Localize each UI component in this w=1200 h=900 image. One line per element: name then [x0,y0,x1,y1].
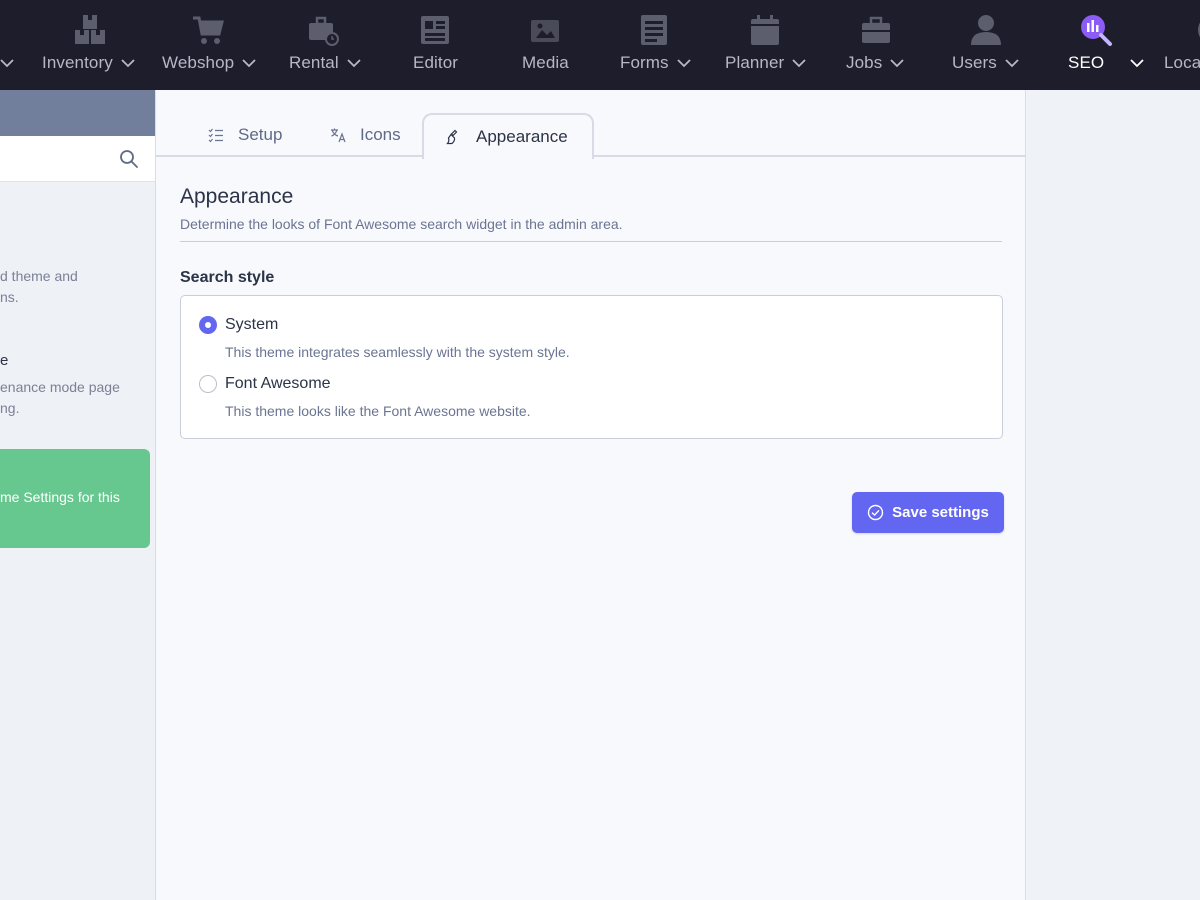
chevron-down-icon [0,59,14,68]
chevron-down-icon [890,59,904,68]
tab-bar: Setup Icons Appearance [156,90,1026,159]
option-system-description: This theme integrates seamlessly with th… [225,344,570,360]
nav-label-media: Media [522,53,569,72]
user-icon [968,12,1004,48]
nav-item-inventory[interactable]: Inventory [42,0,138,90]
nav-item-media[interactable]: Media [522,0,572,90]
save-settings-button[interactable]: Save settings [852,492,1004,533]
seo-search-icon [1078,12,1114,48]
nav-item-planner[interactable]: Planner [725,0,807,90]
sidebar-item-description: ng. [0,400,20,416]
chevron-down-icon [792,59,806,68]
editor-icon [417,12,453,48]
nav-item-rental[interactable]: Rental [289,0,369,90]
tab-appearance-label: Appearance [476,127,568,146]
sidebar: d theme and ns. e enance mode page ng. m… [0,90,156,900]
nav-item-locale[interactable]: Loca [1164,0,1200,90]
sidebar-item-description: ns. [0,289,19,305]
translate-icon [331,128,346,143]
radio-system[interactable] [199,316,217,334]
briefcase-clock-icon [305,12,341,48]
nav-label-users: Users [952,53,997,72]
sidebar-item-title[interactable]: e [0,352,8,369]
nav-label-planner: Planner [725,53,785,72]
nav-label-editor: Editor [413,53,459,72]
sidebar-item-description: d theme and [0,268,78,284]
nav-item-users[interactable]: Users [952,0,1028,90]
tab-appearance[interactable]: Appearance [422,113,594,159]
search-style-options: System This theme integrates seamlessly … [180,295,1003,439]
nav-label-seo: SEO [1068,53,1105,72]
calendar-icon [747,12,783,48]
option-font-awesome-description: This theme looks like the Font Awesome w… [225,403,531,419]
chevron-down-icon [677,59,691,68]
boxes-icon [72,12,108,48]
cart-icon [190,12,226,48]
tab-setup[interactable]: Setup [208,114,282,156]
top-navigation: Inventory Webshop Rental Editor Media Fo… [0,0,1200,90]
check-circle-icon [867,504,884,521]
nav-item-webshop[interactable]: Webshop [162,0,258,90]
locale-icon [1194,12,1200,48]
sidebar-header [0,90,155,136]
nav-item-jobs[interactable]: Jobs [846,0,918,90]
save-settings-label: Save settings [892,504,989,521]
nav-label-inventory: Inventory [42,53,113,72]
right-pane [1027,90,1200,900]
search-icon[interactable] [119,149,139,169]
tab-setup-label: Setup [238,125,283,144]
nav-label-locale: Loca [1164,53,1200,72]
radio-font-awesome[interactable] [199,375,217,393]
section-title: Appearance [180,185,294,208]
brush-icon [446,129,458,145]
media-icon [527,12,563,48]
checklist-icon [208,128,223,143]
forms-icon [636,12,672,48]
nav-label-webshop: Webshop [162,53,235,72]
tab-icons[interactable]: Icons [330,114,401,156]
divider [180,241,1002,242]
chevron-down-icon [1005,59,1019,68]
sidebar-search-input[interactable] [0,136,155,182]
sidebar-notice-text: me Settings for this [0,489,120,505]
nav-label-rental: Rental [289,53,339,72]
sidebar-notice: me Settings for this [0,449,150,548]
nav-item-forms[interactable]: Forms [620,0,700,90]
nav-item-partial-left[interactable] [0,0,20,90]
search-style-label: Search style [180,269,275,286]
chevron-down-icon [121,59,135,68]
tab-icons-label: Icons [360,125,401,144]
briefcase-icon [858,12,894,48]
option-font-awesome-label[interactable]: Font Awesome [225,375,331,393]
chevron-down-icon [242,59,256,68]
chevron-down-icon [347,59,361,68]
nav-label-jobs: Jobs [846,53,883,72]
nav-label-forms: Forms [620,53,669,72]
nav-item-seo[interactable]: SEO [1068,0,1144,90]
sidebar-item-description: enance mode page [0,379,120,395]
nav-item-editor[interactable]: Editor [412,0,462,90]
main-panel: Setup Icons Appearance Appearance Determ… [156,90,1026,900]
option-system-label[interactable]: System [225,316,278,334]
section-description: Determine the looks of Font Awesome sear… [180,216,623,232]
chevron-down-icon [1130,59,1144,68]
